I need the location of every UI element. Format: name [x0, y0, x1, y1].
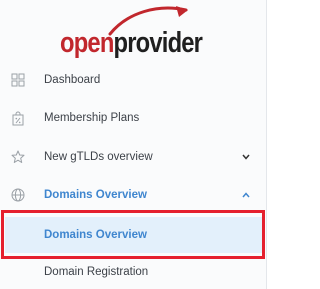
dashboard-grid-icon — [10, 72, 26, 88]
sidebar-item-label: Membership Plans — [44, 112, 140, 124]
sidebar-item-label: Domains Overview — [44, 189, 147, 201]
submenu-item-domain-registration[interactable]: Domain Registration — [0, 257, 266, 287]
sidebar-item-dashboard[interactable]: Dashboard — [0, 65, 266, 95]
openprovider-logo[interactable]: openprovider — [58, 4, 208, 60]
submenu-item-domains-overview[interactable]: Domains Overview — [0, 220, 266, 250]
logo-text-provider: provider — [113, 27, 203, 59]
star-icon — [10, 149, 26, 165]
sidebar-item-new-gtlds[interactable]: New gTLDs overview — [0, 142, 266, 172]
sidebar-item-label: Dashboard — [44, 74, 101, 86]
chevron-up-icon — [241, 190, 251, 200]
sidebar-item-membership-plans[interactable]: Membership Plans — [0, 103, 266, 133]
logo-text-open: open — [60, 27, 114, 59]
globe-icon — [10, 187, 26, 203]
shopping-bag-percent-icon — [10, 110, 26, 126]
logo-wordmark: openprovider — [60, 27, 203, 59]
chevron-down-icon — [241, 152, 251, 162]
sidebar: openprovider Dashboard Membership Plans … — [0, 0, 267, 289]
sidebar-item-domains-overview[interactable]: Domains Overview — [0, 180, 266, 210]
sidebar-item-label: New gTLDs overview — [44, 151, 153, 163]
submenu-item-label: Domains Overview — [44, 229, 147, 241]
submenu-item-label: Domain Registration — [44, 266, 149, 278]
